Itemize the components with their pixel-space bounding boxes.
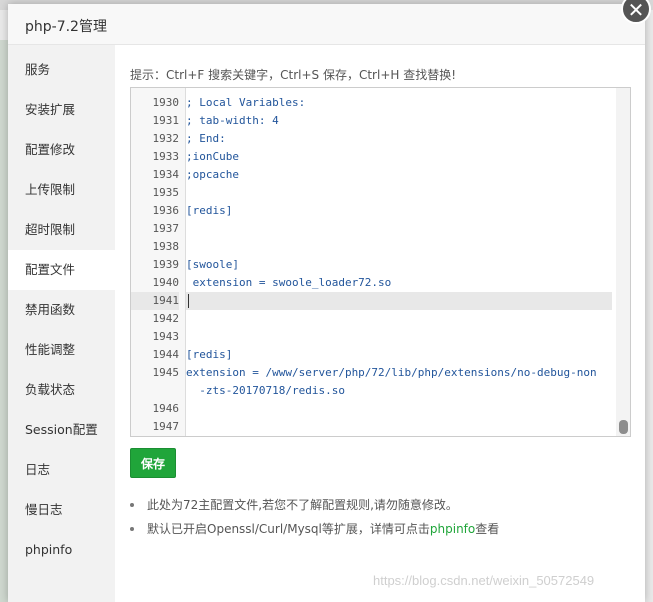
- line-number: [131, 382, 179, 400]
- sidebar-item-config-file[interactable]: 配置文件: [8, 250, 115, 290]
- sidebar-item-session-config[interactable]: Session配置: [8, 410, 115, 450]
- sidebar-item-disabled-functions[interactable]: 禁用函数: [8, 290, 115, 330]
- note-suffix: 查看: [475, 522, 500, 536]
- phpinfo-link[interactable]: phpinfo: [430, 522, 475, 536]
- sidebar-item-phpinfo[interactable]: phpinfo: [8, 530, 115, 570]
- line-number: 1939: [152, 258, 180, 271]
- line-number: 1946: [152, 402, 180, 415]
- code-line: 1930 ; Local Variables:: [131, 94, 614, 112]
- line-text[interactable]: extension = swoole_loader72.so: [186, 274, 612, 292]
- code-line: 1940 extension = swoole_loader72.so: [131, 274, 614, 292]
- line-number: 1941: [131, 292, 179, 310]
- code-line: 1939 [swoole]: [131, 256, 614, 274]
- code-line: 1942: [131, 310, 614, 328]
- code-line: 1938: [131, 238, 614, 256]
- bullet-icon: [130, 527, 134, 531]
- code-line: 1932 ; End:: [131, 130, 614, 148]
- code-line: 1937: [131, 220, 614, 238]
- code-line-active: 1941: [131, 292, 614, 310]
- list-item: 默认已开启Openssl/Curl/Mysql等扩展，详情可点击phpinfo查…: [130, 519, 630, 539]
- code-line: 1935: [131, 184, 614, 202]
- close-button[interactable]: ✕: [621, 0, 651, 24]
- line-number: 1938: [152, 240, 180, 253]
- bullet-icon: [130, 503, 134, 507]
- line-text[interactable]: [186, 238, 612, 256]
- line-number: 1947: [152, 420, 180, 433]
- save-button[interactable]: 保存: [130, 448, 176, 478]
- line-text[interactable]: -zts-20170718/redis.so: [186, 382, 612, 400]
- line-number: 1932: [152, 132, 180, 145]
- line-number: 1937: [152, 222, 180, 235]
- php-manager-dialog: php-7.2管理 ✕ 服务 安装扩展 配置修改 上传限制 超时限制 配置文件 …: [8, 0, 651, 602]
- sidebar-item-performance[interactable]: 性能调整: [8, 330, 115, 370]
- line-number: 1945: [152, 366, 180, 379]
- code-line: 1934 ;opcache: [131, 166, 614, 184]
- line-text[interactable]: extension = /www/server/php/72/lib/php/e…: [186, 364, 612, 382]
- line-text[interactable]: [redis]: [186, 202, 612, 220]
- line-text[interactable]: ; End:: [186, 130, 612, 148]
- note-prefix: 默认已开启Openssl/Curl/Mysql等扩展，详情可点击: [147, 522, 430, 536]
- line-number: 1944: [152, 348, 180, 361]
- code-line: 1944 [redis]: [131, 346, 614, 364]
- sidebar-item-timeout-limit[interactable]: 超时限制: [8, 210, 115, 250]
- close-icon: ✕: [627, 0, 645, 22]
- dialog-title: php-7.2管理: [25, 19, 107, 35]
- code-line: 1947: [131, 418, 614, 436]
- line-text[interactable]: [186, 328, 612, 346]
- line-number: 1943: [152, 330, 180, 343]
- sidebar-item-load-status[interactable]: 负载状态: [8, 370, 115, 410]
- code-line-wrapped: -zts-20170718/redis.so: [131, 382, 614, 400]
- note-text: 此处为72主配置文件,若您不了解配置规则,请勿随意修改。: [147, 498, 458, 512]
- code-line: 1946: [131, 400, 614, 418]
- editor-scrollbar[interactable]: [616, 88, 630, 436]
- dialog-header: php-7.2管理: [8, 4, 645, 45]
- config-editor[interactable]: 1930 ; Local Variables: 1931 ; tab-width…: [130, 87, 631, 437]
- line-text[interactable]: ; Local Variables:: [186, 94, 612, 112]
- line-number: 1930: [152, 96, 180, 109]
- code-line: 1945 extension = /www/server/php/72/lib/…: [131, 364, 614, 382]
- line-number: 1933: [152, 150, 180, 163]
- code-line: 1943: [131, 328, 614, 346]
- line-text[interactable]: [redis]: [186, 346, 612, 364]
- line-text[interactable]: ; tab-width: 4: [186, 112, 612, 130]
- sidebar-item-install-extension[interactable]: 安装扩展: [8, 90, 115, 130]
- editor-hint: 提示：Ctrl+F 搜索关键字，Ctrl+S 保存，Ctrl+H 查找替换!: [130, 68, 457, 82]
- sidebar-item-slow-log[interactable]: 慢日志: [8, 490, 115, 530]
- sidebar-item-config-edit[interactable]: 配置修改: [8, 130, 115, 170]
- line-number: 1931: [152, 114, 180, 127]
- line-text[interactable]: [186, 310, 612, 328]
- sidebar-item-log[interactable]: 日志: [8, 450, 115, 490]
- line-number: 1935: [152, 186, 180, 199]
- line-number: 1942: [152, 312, 180, 325]
- code-line: 1936 [redis]: [131, 202, 614, 220]
- sidebar-item-service[interactable]: 服务: [8, 50, 115, 90]
- watermark: https://blog.csdn.net/weixin_50572549: [373, 573, 595, 588]
- line-text[interactable]: [186, 184, 612, 202]
- sidebar: 服务 安装扩展 配置修改 上传限制 超时限制 配置文件 禁用函数 性能调整 负载…: [8, 45, 115, 602]
- code-line: 1933 ;ionCube: [131, 148, 614, 166]
- line-text[interactable]: ;opcache: [186, 166, 612, 184]
- sidebar-item-upload-limit[interactable]: 上传限制: [8, 170, 115, 210]
- content-panel: 提示：Ctrl+F 搜索关键字，Ctrl+S 保存，Ctrl+H 查找替换! 1…: [115, 45, 645, 602]
- line-text[interactable]: [186, 400, 612, 418]
- line-text[interactable]: ;ionCube: [186, 148, 612, 166]
- line-text[interactable]: [186, 418, 612, 436]
- code-line: 1931 ; tab-width: 4: [131, 112, 614, 130]
- line-text[interactable]: [186, 292, 612, 310]
- list-item: 此处为72主配置文件,若您不了解配置规则,请勿随意修改。: [130, 495, 630, 515]
- line-text[interactable]: [swoole]: [186, 256, 612, 274]
- line-text[interactable]: [186, 220, 612, 238]
- scrollbar-thumb[interactable]: [619, 420, 628, 434]
- line-number: 1934: [152, 168, 180, 181]
- text-cursor: [188, 294, 189, 308]
- note-text: 默认已开启Openssl/Curl/Mysql等扩展，详情可点击phpinfo查…: [147, 519, 499, 539]
- line-number: 1940: [152, 276, 180, 289]
- line-number: 1936: [152, 204, 180, 217]
